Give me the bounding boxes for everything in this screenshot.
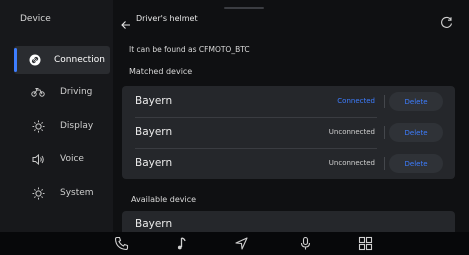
sidebar-title: Device <box>20 14 51 24</box>
connection-status: Connected <box>337 97 375 105</box>
divider <box>384 95 385 108</box>
apps-grid-icon[interactable] <box>358 236 373 251</box>
discoverable-name-text: It can be found as CFMOTO_BTC <box>129 45 250 54</box>
connection-status: Unconnected <box>328 159 375 167</box>
speaker-icon <box>31 152 45 166</box>
page-title: Driver's helmet <box>136 14 198 23</box>
back-arrow-icon[interactable] <box>121 15 131 29</box>
sidebar-item-system[interactable]: System <box>0 179 113 207</box>
device-name: Bayern <box>135 95 173 107</box>
divider <box>384 157 385 170</box>
delete-button[interactable]: Delete <box>389 123 443 142</box>
delete-button[interactable]: Delete <box>389 92 443 111</box>
device-name: Bayern <box>135 157 173 169</box>
sidebar-item-display[interactable]: Display <box>0 112 113 140</box>
sidebar-item-label: Voice <box>60 154 84 164</box>
sidebar-item-driving[interactable]: Driving <box>0 78 113 106</box>
matched-device-heading: Matched device <box>129 67 193 76</box>
sidebar: Device Connection Driving Display Voice … <box>0 0 113 232</box>
sidebar-item-label: Connection <box>54 55 105 65</box>
list-item[interactable]: Bayern Unconnected Delete <box>122 148 455 179</box>
navigation-icon[interactable] <box>234 236 249 251</box>
device-name: Bayern <box>135 126 173 138</box>
phone-icon[interactable] <box>114 236 129 251</box>
motorcycle-icon <box>31 85 45 99</box>
delete-button[interactable]: Delete <box>389 154 443 173</box>
divider <box>384 126 385 139</box>
sidebar-item-label: Display <box>60 121 94 131</box>
brightness-icon <box>31 119 45 133</box>
drag-handle[interactable] <box>224 7 264 9</box>
music-icon[interactable] <box>174 236 189 251</box>
sidebar-item-label: Driving <box>60 87 93 97</box>
system-icon <box>31 186 45 200</box>
available-device-list: Bayern <box>122 211 455 232</box>
list-item[interactable]: Bayern Connected Delete <box>122 86 455 117</box>
connection-status: Unconnected <box>328 128 375 136</box>
sidebar-item-connection[interactable]: Connection <box>14 46 110 74</box>
refresh-icon[interactable] <box>440 14 453 28</box>
sidebar-item-label: System <box>60 188 94 198</box>
microphone-icon[interactable] <box>298 236 313 251</box>
sidebar-item-voice[interactable]: Voice <box>0 145 113 173</box>
matched-device-list: Bayern Connected Delete Bayern Unconnect… <box>122 86 455 179</box>
list-item[interactable]: Bayern Unconnected Delete <box>122 117 455 148</box>
connection-icon <box>28 53 42 67</box>
available-device-heading: Available device <box>131 195 197 204</box>
bottom-nav-bar <box>0 232 469 255</box>
device-name: Bayern <box>135 218 173 230</box>
